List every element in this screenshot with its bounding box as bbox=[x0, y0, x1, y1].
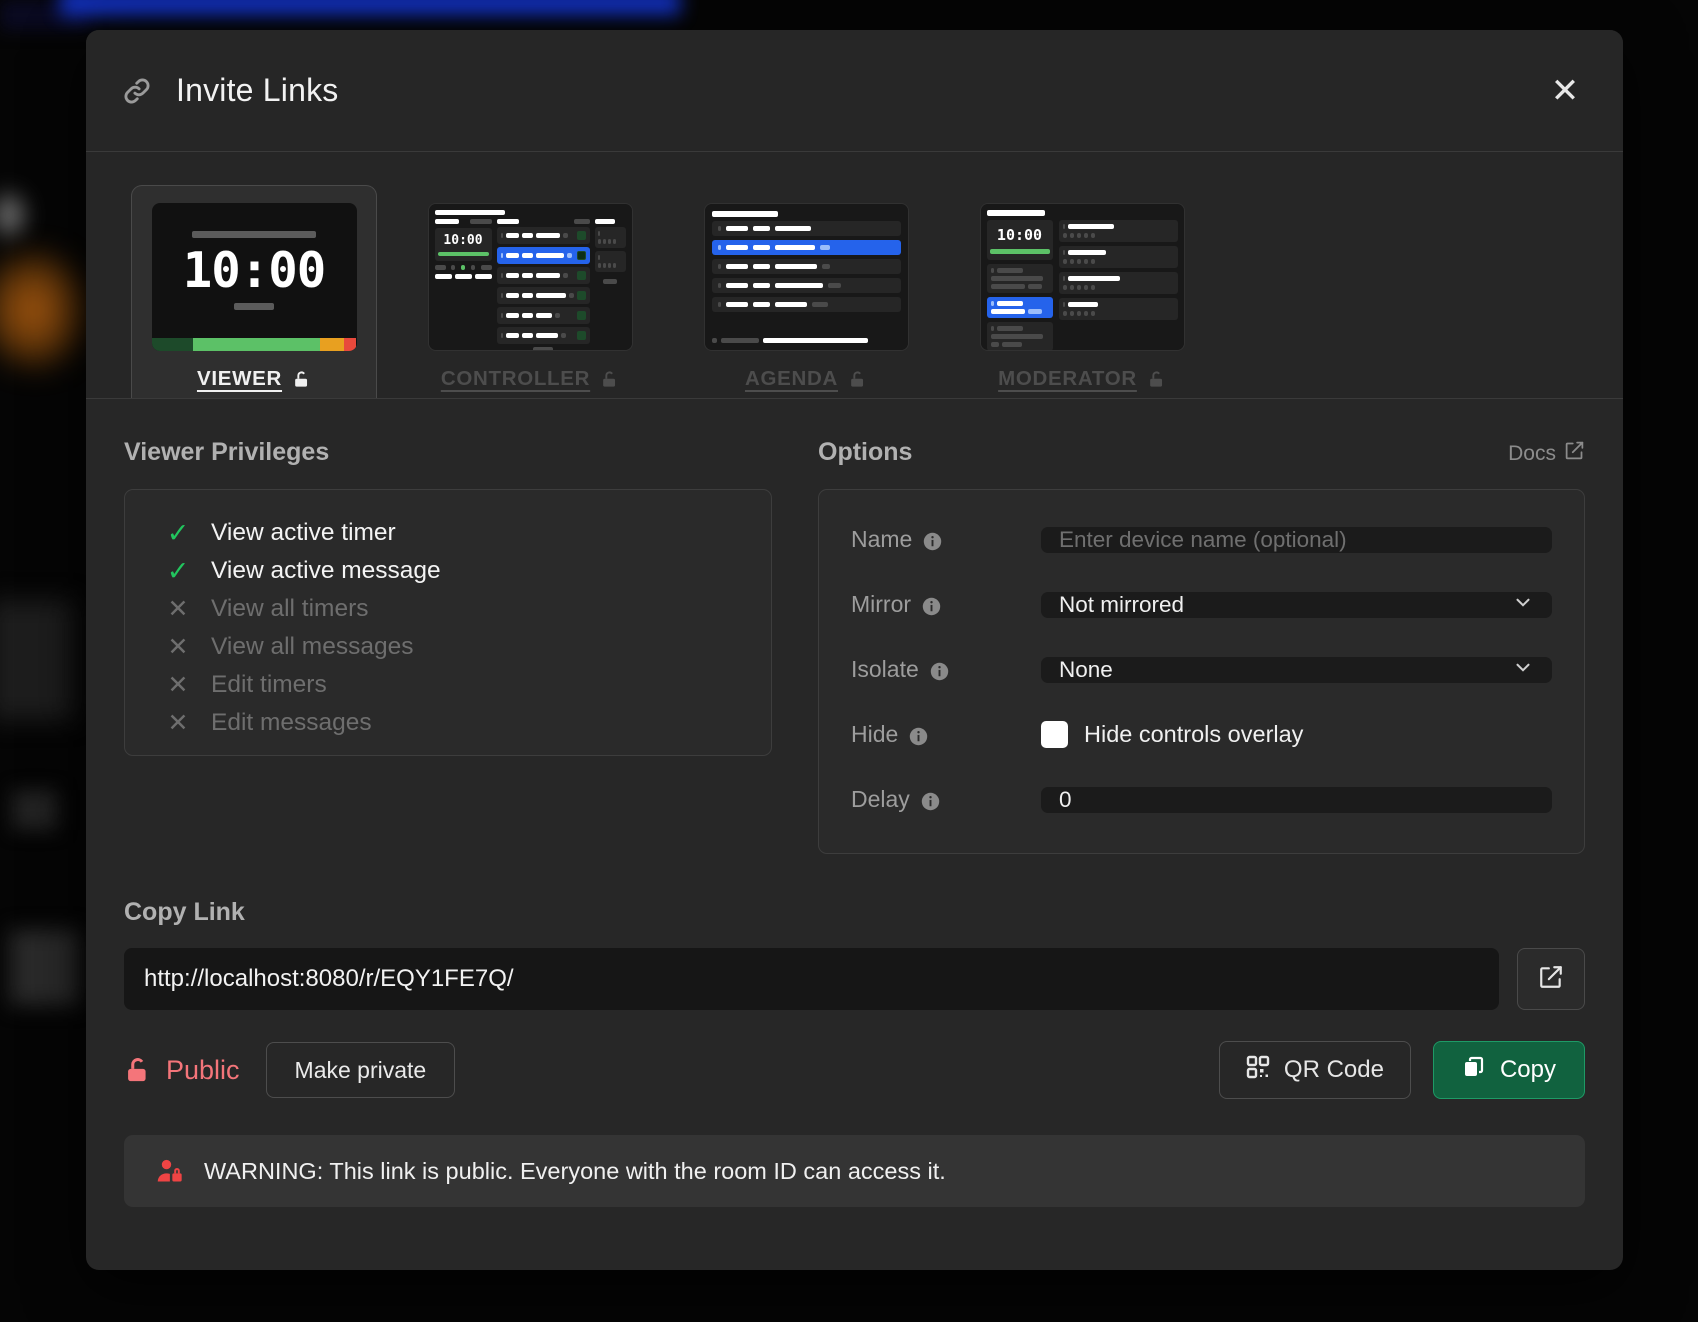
option-label-mirror: Mirror bbox=[851, 591, 1041, 618]
tab-agenda-label: AGENDA bbox=[745, 367, 867, 391]
moderator-thumbnail: 10:00 bbox=[979, 203, 1185, 351]
options-panel: Name Mirror bbox=[818, 489, 1585, 854]
agenda-thumbnail bbox=[703, 203, 909, 351]
open-link-button[interactable] bbox=[1517, 948, 1585, 1010]
option-label-delay: Delay bbox=[851, 786, 1041, 813]
dialog-body: Viewer Privileges ✓ View active timer ✓ … bbox=[86, 399, 1623, 1270]
check-icon: ✓ bbox=[166, 517, 190, 548]
tab-agenda[interactable]: AGENDA bbox=[683, 185, 929, 398]
info-icon[interactable] bbox=[909, 725, 928, 746]
privilege-item: ✕ View all messages bbox=[125, 628, 771, 666]
option-label-isolate: Isolate bbox=[851, 656, 1041, 683]
visibility-status: Public bbox=[124, 1055, 240, 1086]
tab-viewer-label: VIEWER bbox=[197, 367, 311, 391]
thumb-timer-value: 10:00 bbox=[182, 242, 327, 299]
delay-input[interactable] bbox=[1041, 786, 1552, 813]
option-row-delay: Delay bbox=[851, 776, 1552, 823]
name-input[interactable] bbox=[1041, 526, 1552, 553]
public-link-warning: WARNING: This link is public. Everyone w… bbox=[124, 1135, 1585, 1207]
option-label-hide: Hide bbox=[851, 721, 1041, 748]
dialog-header: Invite Links ✕ bbox=[86, 30, 1623, 152]
docs-link[interactable]: Docs bbox=[1508, 440, 1585, 467]
tab-viewer[interactable]: 10:00 VIEWER bbox=[131, 185, 377, 398]
info-icon[interactable] bbox=[930, 660, 949, 681]
copy-link-section: Copy Link http://localhost:8080/r/EQY1FE… bbox=[124, 898, 1585, 1207]
option-row-name: Name bbox=[851, 516, 1552, 563]
options-title: Options bbox=[818, 438, 913, 466]
unlock-icon bbox=[600, 370, 619, 389]
unlock-icon bbox=[1147, 370, 1166, 389]
privilege-item: ✕ Edit timers bbox=[125, 666, 771, 704]
visibility-label: Public bbox=[166, 1054, 240, 1085]
option-row-mirror: Mirror Not mirrored bbox=[851, 581, 1552, 628]
user-lock-icon bbox=[156, 1157, 184, 1185]
external-link-icon bbox=[1564, 440, 1585, 467]
page-title: Invite Links bbox=[176, 72, 339, 108]
hide-controls-label: Hide controls overlay bbox=[1084, 721, 1304, 747]
make-private-button[interactable]: Make private bbox=[265, 1042, 456, 1098]
isolate-select[interactable]: None bbox=[1041, 656, 1552, 683]
qr-code-button[interactable]: QR Code bbox=[1218, 1041, 1411, 1099]
link-icon bbox=[120, 74, 154, 108]
qr-code-icon bbox=[1246, 1055, 1270, 1086]
info-icon[interactable] bbox=[923, 530, 942, 551]
cross-icon: ✕ bbox=[167, 632, 189, 661]
role-tabs: 10:00 VIEWER 10:00 CONTROLLER AGENDA 10:… bbox=[86, 152, 1623, 399]
info-icon[interactable] bbox=[922, 595, 941, 616]
copy-link-title: Copy Link bbox=[124, 898, 245, 926]
privileges-list: ✓ View active timer ✓ View active messag… bbox=[124, 489, 772, 756]
copy-button[interactable]: Copy bbox=[1432, 1041, 1585, 1099]
options-section: Options Docs Name Enter device name (opt… bbox=[818, 427, 1585, 854]
tab-moderator[interactable]: 10:00 MODERATOR bbox=[959, 185, 1205, 398]
option-row-hide: Hide Hide controls overlay bbox=[851, 711, 1552, 758]
cross-icon: ✕ bbox=[167, 708, 189, 737]
invite-links-dialog: Invite Links ✕ 10:00 VIEWER 10:00 CONTRO… bbox=[86, 30, 1623, 1270]
warning-text: WARNING: This link is public. Everyone w… bbox=[204, 1157, 946, 1184]
tab-moderator-label: MODERATOR bbox=[998, 367, 1166, 391]
close-icon[interactable]: ✕ bbox=[1543, 69, 1587, 113]
controller-thumbnail: 10:00 bbox=[427, 203, 633, 351]
invite-url-input[interactable] bbox=[124, 948, 1499, 1010]
open-external-icon bbox=[1538, 964, 1564, 995]
option-label-name: Name bbox=[851, 526, 1041, 553]
copy-icon bbox=[1462, 1055, 1486, 1086]
unlock-icon bbox=[292, 370, 311, 389]
tab-controller[interactable]: 10:00 CONTROLLER bbox=[407, 185, 653, 398]
hide-controls-checkbox[interactable] bbox=[1041, 721, 1068, 748]
info-icon[interactable] bbox=[921, 790, 940, 811]
unlock-icon bbox=[124, 1055, 152, 1085]
privilege-item: ✓ View active timer bbox=[166, 517, 396, 548]
privilege-item: ✕ Edit messages bbox=[125, 704, 771, 742]
cross-icon: ✕ bbox=[167, 594, 189, 623]
mirror-select[interactable]: Not mirrored bbox=[1041, 591, 1552, 618]
privilege-item: ✕ View all timers bbox=[125, 590, 771, 628]
option-row-isolate: Isolate None bbox=[851, 646, 1552, 693]
viewer-thumbnail: 10:00 bbox=[151, 203, 357, 351]
unlock-icon bbox=[848, 370, 867, 389]
privileges-title: Viewer Privileges bbox=[124, 438, 330, 466]
cross-icon: ✕ bbox=[167, 670, 189, 699]
privilege-item: ✓ View active message bbox=[166, 555, 441, 586]
privileges-section: Viewer Privileges ✓ View active timer ✓ … bbox=[124, 427, 772, 854]
check-icon: ✓ bbox=[166, 555, 190, 586]
tab-controller-label: CONTROLLER bbox=[441, 367, 619, 391]
